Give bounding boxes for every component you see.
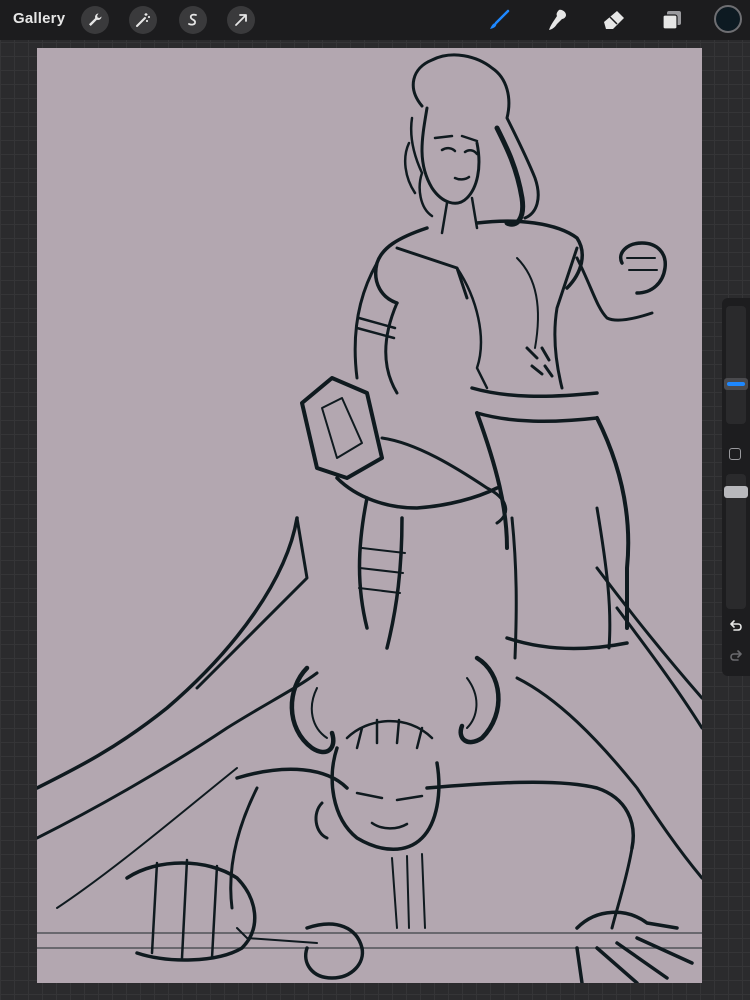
top-toolbar: Gallery xyxy=(0,0,750,40)
brush-size-indicator xyxy=(727,382,745,386)
selection-s-icon[interactable] xyxy=(179,6,207,34)
sketch-artwork xyxy=(37,53,702,983)
brush-size-thumb[interactable] xyxy=(724,378,748,390)
magic-wand-icon[interactable] xyxy=(129,6,157,34)
sidebar-panel xyxy=(722,298,750,676)
wrench-icon[interactable] xyxy=(81,6,109,34)
redo-icon[interactable] xyxy=(728,648,744,664)
layers-icon[interactable] xyxy=(658,6,686,34)
color-picker-button[interactable] xyxy=(714,5,742,33)
brush-icon[interactable] xyxy=(485,6,513,34)
drawing-canvas[interactable] xyxy=(37,48,702,983)
smudge-icon[interactable] xyxy=(543,6,571,34)
undo-icon[interactable] xyxy=(728,618,744,634)
modify-button-icon[interactable] xyxy=(729,448,741,460)
brush-size-slider[interactable] xyxy=(724,306,748,424)
transform-arrow-icon[interactable] xyxy=(227,6,255,34)
opacity-thumb[interactable] xyxy=(724,486,748,498)
gallery-button[interactable]: Gallery xyxy=(13,10,65,27)
eraser-icon[interactable] xyxy=(600,6,628,34)
opacity-slider[interactable] xyxy=(724,474,748,609)
